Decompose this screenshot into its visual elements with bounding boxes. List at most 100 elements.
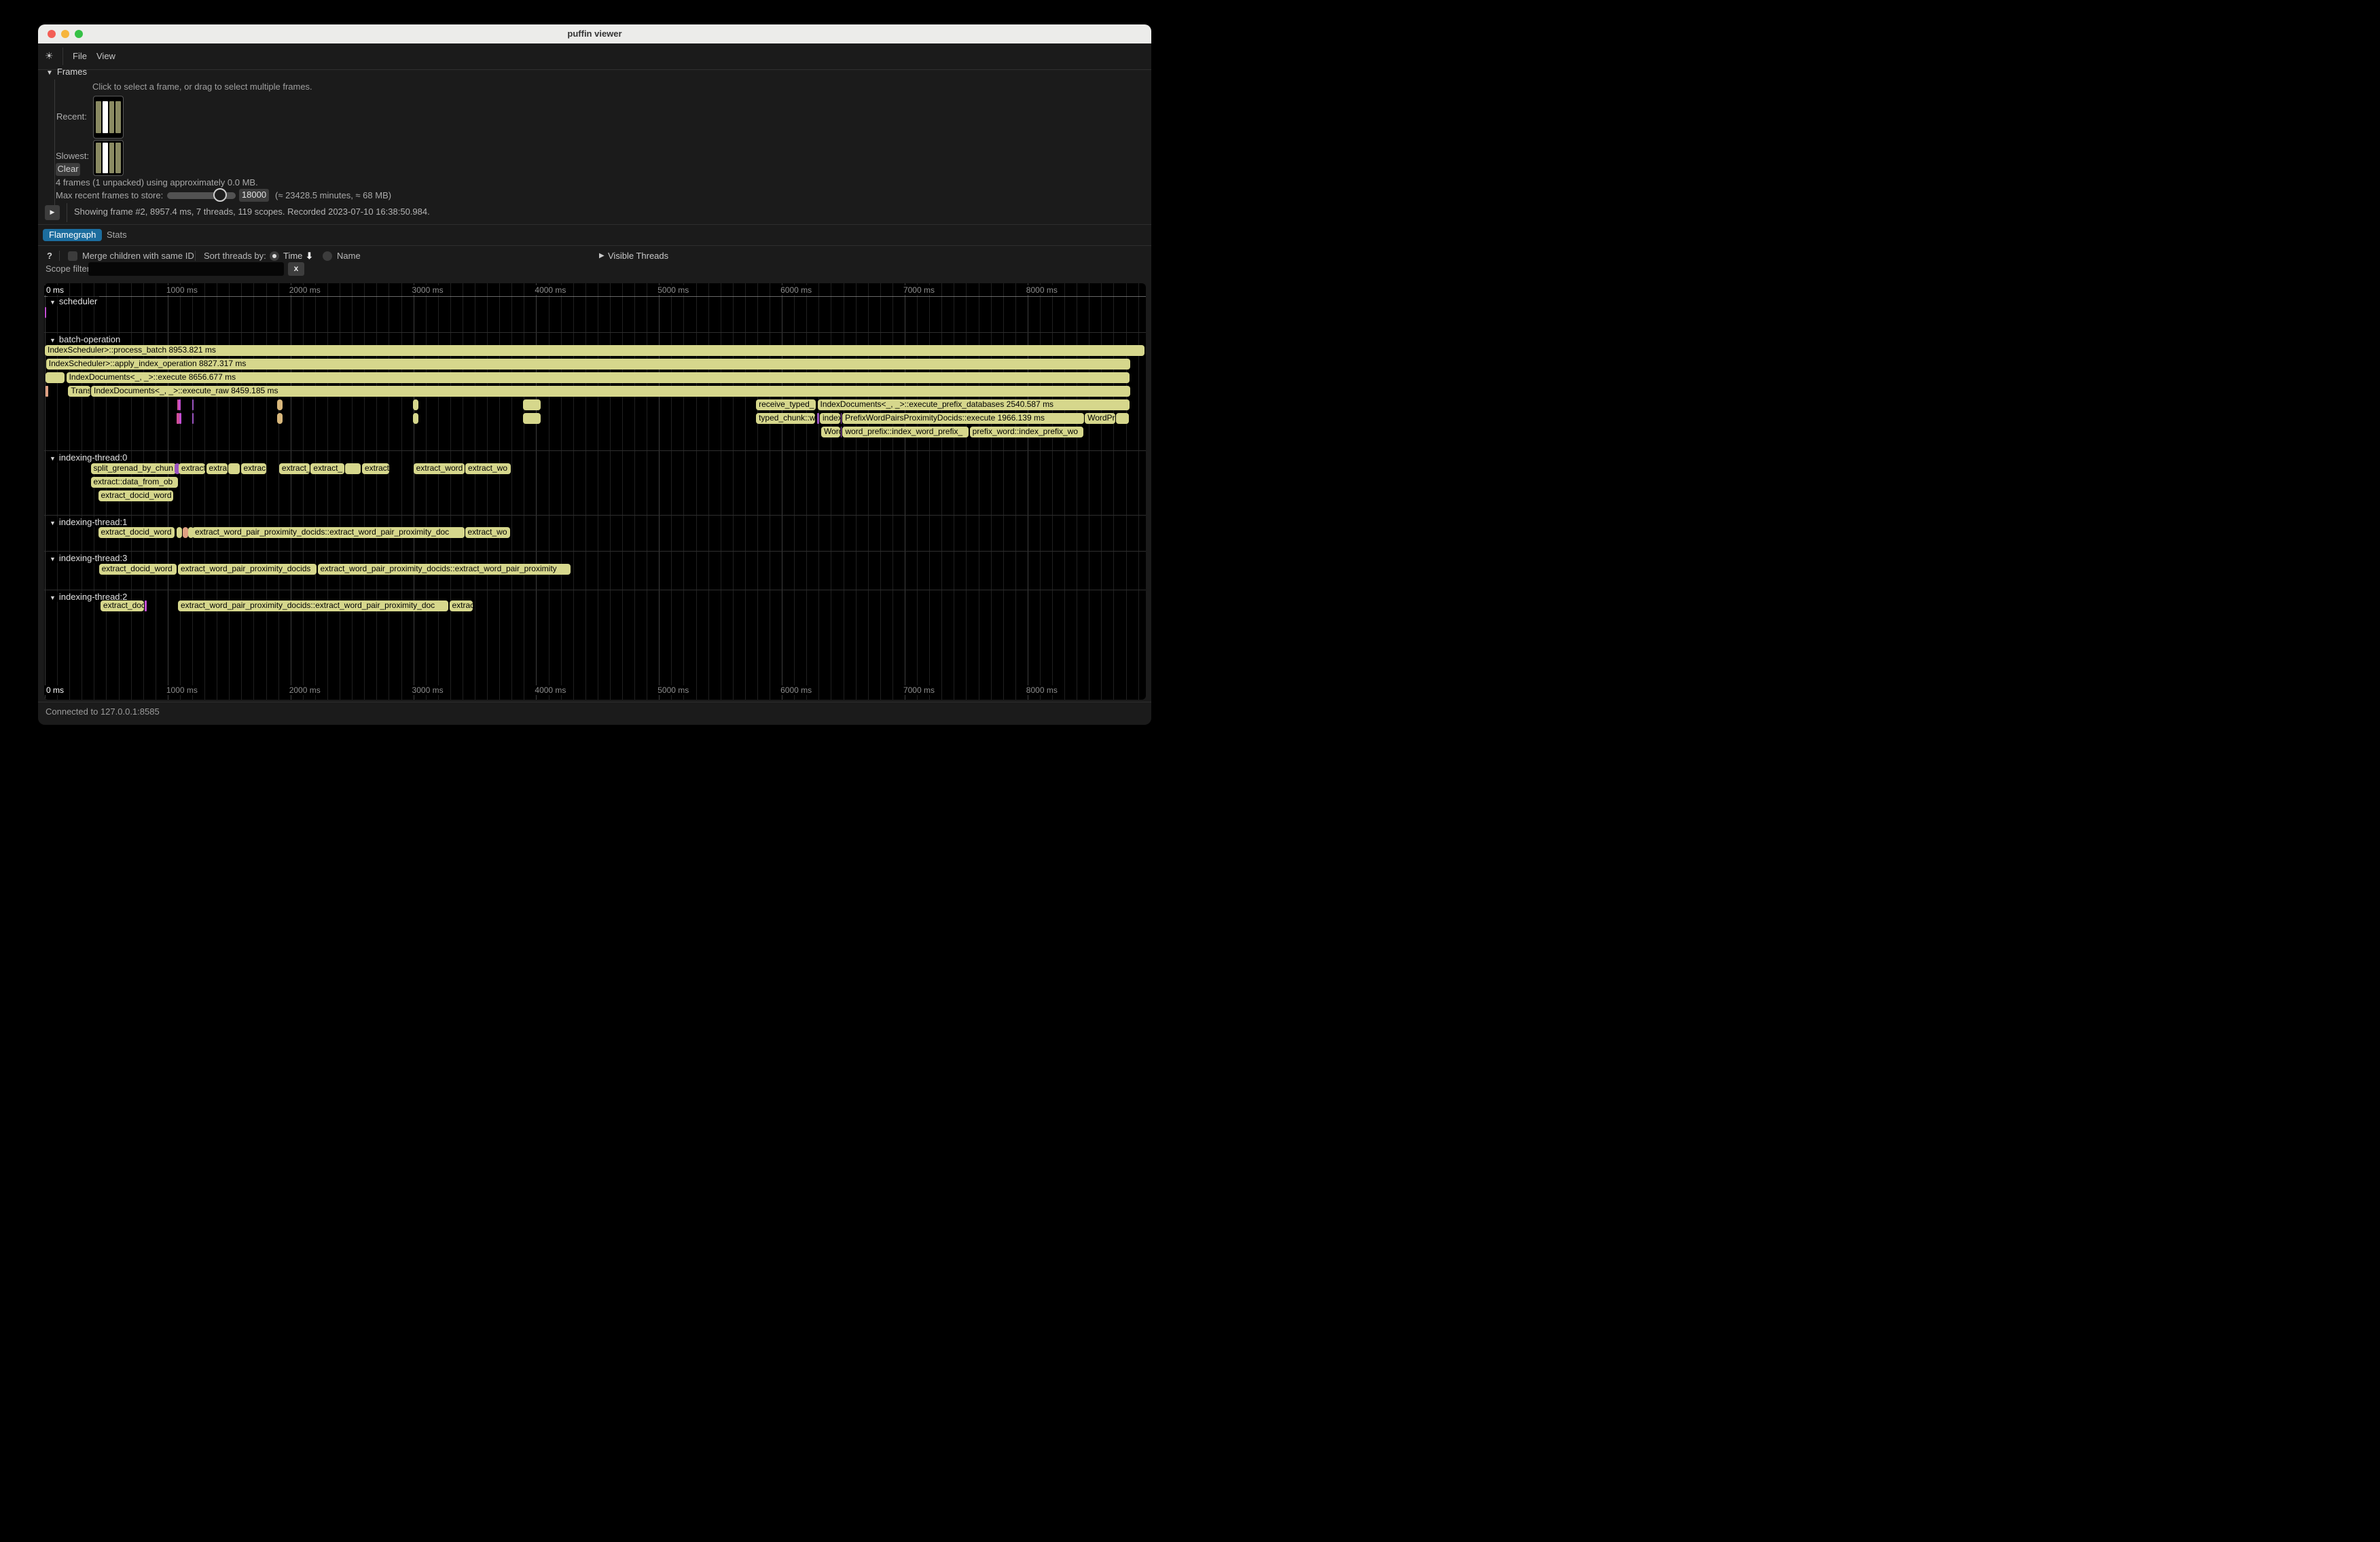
scope-bar[interactable] — [841, 413, 842, 424]
scope-bar-extract_[interactable]: extract_ — [279, 463, 310, 474]
frame-bar[interactable] — [109, 101, 115, 133]
scope-bar-extrac[interactable]: extrac — [450, 600, 473, 611]
scope-bar-extrac[interactable]: extrac — [241, 463, 267, 474]
scope-bar-extract_doc[interactable]: extract_doc — [101, 600, 145, 611]
scope-bar[interactable] — [228, 463, 240, 474]
sort-name-radio[interactable] — [323, 251, 332, 261]
theme-toggle-icon[interactable]: ☀ — [45, 50, 54, 62]
scope-bar[interactable] — [192, 399, 194, 410]
scope-bar[interactable] — [841, 427, 842, 437]
scope-bar[interactable] — [45, 307, 46, 318]
visible-threads-triangle-icon[interactable]: ▶ — [599, 252, 605, 259]
scope-bar[interactable] — [277, 399, 283, 410]
scope-filter-input[interactable] — [88, 262, 284, 276]
scope-bar-IndexScheduler::process_batch[interactable]: IndexScheduler>::process_batch 8953.821 … — [45, 345, 1144, 356]
scope-bar[interactable] — [46, 372, 65, 383]
scope-bar-split_grenad_by_chun[interactable]: split_grenad_by_chun — [91, 463, 177, 474]
scope-bar-extract[interactable]: extract — [179, 463, 206, 474]
scope-bar[interactable] — [277, 413, 283, 424]
recent-frames-thumbnail[interactable] — [93, 96, 124, 139]
frames-section-header[interactable]: ▼Frames — [46, 67, 87, 77]
scope-bar-IndexDocuments_[interactable]: IndexDocuments<_, _>::execute_prefix_dat… — [818, 399, 1130, 410]
scope-bar-extract_word_pair_proximity_docids::extr[interactable]: extract_word_pair_proximity_docids::extr… — [192, 527, 465, 538]
scope-bar[interactable] — [179, 413, 181, 424]
scope-bar-extract_word_pair_proximity_docids::extr[interactable]: extract_word_pair_proximity_docids::extr… — [178, 600, 448, 611]
scope-bar-typed_chunk::w[interactable]: typed_chunk::w — [756, 413, 815, 424]
frame-bar-selected[interactable] — [103, 143, 108, 173]
scope-bar-Word[interactable]: Word — [821, 427, 840, 437]
scope-bar-extract_word[interactable]: extract_word — [414, 463, 465, 474]
clear-button[interactable]: Clear — [56, 163, 80, 176]
max-frames-value[interactable]: 18000 — [239, 189, 269, 202]
scope-bar[interactable] — [1116, 413, 1128, 424]
scope-bar-extra[interactable]: extra — [206, 463, 228, 474]
merge-children-checkbox[interactable] — [68, 251, 77, 261]
scope-bar-word_prefix::index_word_prefix_[interactable]: word_prefix::index_word_prefix_ — [842, 427, 969, 437]
scope-bar[interactable] — [192, 413, 194, 424]
clear-filter-button[interactable]: x — [288, 262, 304, 276]
scope-bar-extract_word_pair_proximity_docids::extr[interactable]: extract_word_pair_proximity_docids::extr… — [318, 564, 571, 575]
thread-header-scheduler[interactable]: ▼scheduler — [48, 296, 99, 306]
scope-bar-index[interactable]: index — [820, 413, 840, 424]
axis-tick-label: 3000 ms — [410, 285, 446, 295]
slowest-frames-thumbnail[interactable] — [93, 140, 124, 176]
scope-bar-IndexDocuments_[interactable]: IndexDocuments<_, _>::execute_raw 8459.1… — [91, 386, 1130, 397]
tab-stats[interactable]: Stats — [101, 229, 133, 241]
scope-bar[interactable] — [177, 527, 182, 538]
scope-bar[interactable] — [413, 413, 418, 424]
frame-bar[interactable] — [109, 143, 115, 173]
divider — [195, 251, 196, 261]
visible-threads-header[interactable]: Visible Threads — [608, 251, 668, 261]
scope-bar[interactable] — [183, 527, 188, 538]
scope-bar-WordPr[interactable]: WordPr — [1085, 413, 1115, 424]
scope-bar[interactable] — [523, 413, 541, 424]
scope-bar[interactable] — [413, 399, 418, 410]
scope-bar-extract_wo[interactable]: extract_wo — [465, 527, 510, 538]
scope-bar[interactable] — [179, 399, 181, 410]
scope-bar-extract::data_from_ob[interactable]: extract::data_from_ob — [91, 477, 179, 488]
axis-tick-label: 3000 ms — [410, 685, 446, 695]
axis-tick-label: 5000 ms — [655, 685, 691, 695]
scope-bar[interactable] — [523, 399, 541, 410]
scope-bar-Trans[interactable]: Trans — [68, 386, 90, 397]
frame-bar[interactable] — [115, 101, 121, 133]
scope-bar[interactable] — [345, 463, 361, 474]
scope-bar-IndexScheduler::apply_index_operation[interactable]: IndexScheduler>::apply_index_operation 8… — [46, 359, 1130, 370]
scope-bar-extract[interactable]: extract — [362, 463, 389, 474]
scope-bar-extract_word_pair_proximity_docids[interactable]: extract_word_pair_proximity_docids — [178, 564, 317, 575]
scope-bar-prefix_word::index_prefix_wo[interactable]: prefix_word::index_prefix_wo — [970, 427, 1083, 437]
scope-bar-PrefixWordPairsProximityDocids::execute[interactable]: PrefixWordPairsProximityDocids::execute … — [842, 413, 1084, 424]
help-button[interactable]: ? — [47, 251, 52, 261]
max-frames-slider-knob[interactable] — [213, 188, 227, 202]
frame-bar[interactable] — [96, 101, 101, 133]
sort-direction-arrow-icon[interactable]: ⬇ — [306, 251, 313, 262]
frame-bar[interactable] — [96, 143, 101, 173]
tab-flamegraph[interactable]: Flamegraph — [43, 229, 102, 241]
scope-bar-receive_typed_[interactable]: receive_typed_ — [756, 399, 816, 410]
scope-bar[interactable] — [817, 413, 819, 424]
scope-bar-extract_wo[interactable]: extract_wo — [465, 463, 511, 474]
scope-bar-extract_docid_word[interactable]: extract_docid_word — [99, 564, 177, 575]
axis-tick-label: 2000 ms — [287, 285, 323, 295]
scope-bar-extract_docid_word[interactable]: extract_docid_word — [98, 527, 175, 538]
thread-header-indexing-thread:3[interactable]: ▼indexing-thread:3 — [48, 553, 129, 563]
scope-bar[interactable] — [145, 600, 147, 611]
menu-item-file[interactable]: File — [73, 51, 87, 61]
scope-bar-IndexDocuments_[interactable]: IndexDocuments<_, _>::execute 8656.677 m… — [67, 372, 1130, 383]
scope-bar-extract_[interactable]: extract_ — [310, 463, 344, 474]
thread-header-indexing-thread:1[interactable]: ▼indexing-thread:1 — [48, 517, 129, 527]
sort-name-label[interactable]: Name — [337, 251, 361, 261]
menu-item-view[interactable]: View — [96, 51, 115, 61]
sort-time-radio[interactable] — [270, 251, 279, 261]
merge-children-label[interactable]: Merge children with same ID — [82, 251, 194, 261]
scope-bar-extract_docid_word[interactable]: extract_docid_word — [98, 490, 173, 501]
sort-time-label[interactable]: Time — [283, 251, 302, 261]
frame-bar[interactable] — [115, 143, 121, 173]
flamegraph-canvas[interactable]: 0 ms0 ms1000 ms1000 ms2000 ms2000 ms3000… — [44, 283, 1146, 700]
thread-header-indexing-thread:0[interactable]: ▼indexing-thread:0 — [48, 452, 129, 463]
frame-bar-selected[interactable] — [103, 101, 108, 133]
divider — [38, 224, 1151, 225]
scope-bar[interactable] — [46, 386, 49, 397]
thread-header-batch-operation[interactable]: ▼batch-operation — [48, 334, 122, 344]
play-button[interactable]: ▶ — [45, 205, 60, 220]
